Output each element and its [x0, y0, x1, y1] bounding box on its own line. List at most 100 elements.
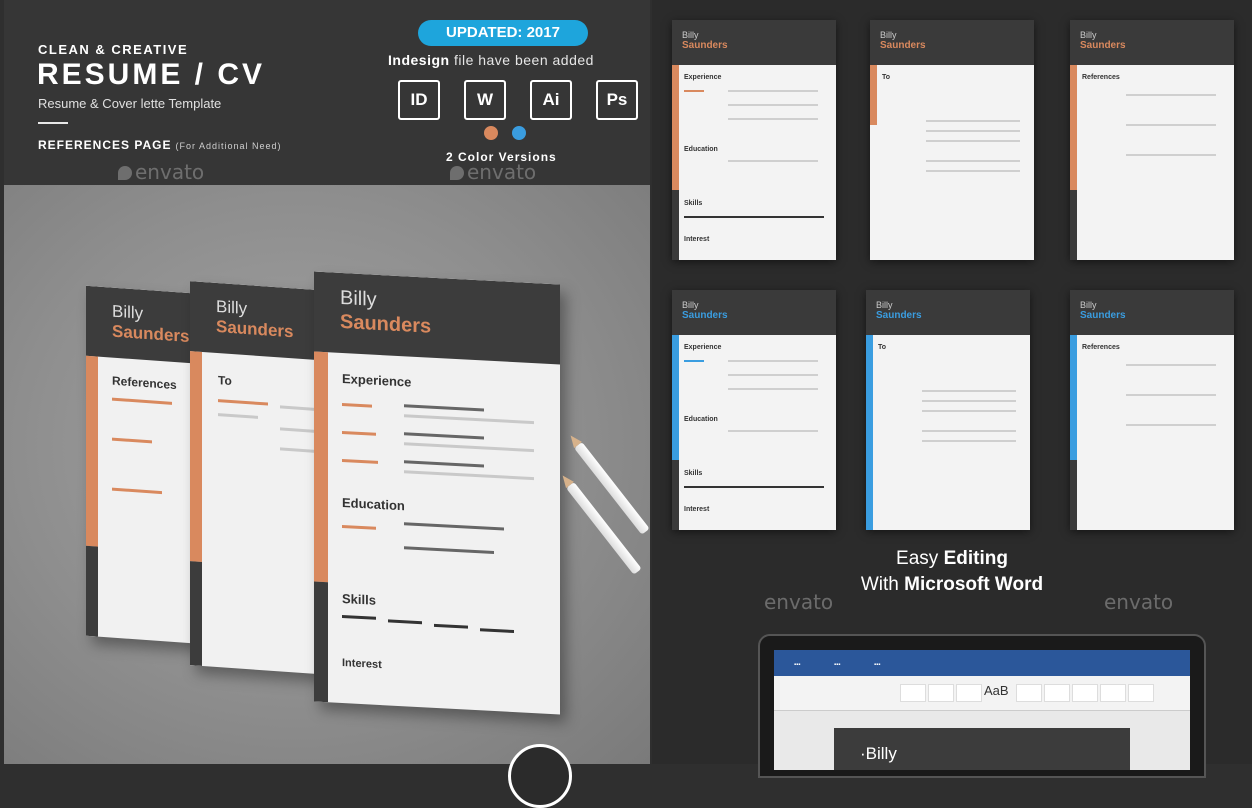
thumb-last-name: Saunders — [1080, 310, 1126, 321]
envato-leaf-icon — [450, 166, 464, 180]
thumb-section: Education — [684, 416, 718, 423]
thumb-section: Education — [684, 146, 718, 153]
references-note: (For Additional Need) — [175, 141, 282, 151]
text-line — [404, 442, 534, 453]
thumb-resume-orange: Billy Saunders Experience Education Skil… — [672, 20, 836, 260]
sheet-section-title: References — [112, 373, 177, 393]
caption-bold: Microsoft Word — [904, 574, 1044, 595]
caption-text: With — [860, 574, 905, 595]
sheet-first-name: Billy — [112, 301, 144, 323]
watermark-text: envato — [135, 160, 205, 184]
indesign-bold: Indesign — [388, 52, 450, 68]
thumb-section: Skills — [684, 470, 703, 477]
thumb-section: Experience — [684, 74, 722, 81]
sheet-dark-bar — [190, 561, 202, 666]
thumb-last-name: Saunders — [880, 40, 926, 51]
skill-bar — [434, 623, 468, 629]
thumb-section: Skills — [684, 200, 703, 207]
orange-swatch — [484, 126, 498, 140]
thumb-section: References — [1082, 344, 1120, 351]
thumb-last-name: Saunders — [1080, 40, 1126, 51]
text-line — [342, 431, 376, 436]
text-line — [342, 403, 372, 408]
sheet-section-title: Interest — [342, 657, 382, 672]
document-name: ·Billy — [860, 744, 897, 763]
thumb-section: Interest — [684, 506, 710, 513]
text-line — [404, 460, 484, 468]
ribbon-tab: ▪▪▪ — [794, 662, 801, 668]
ribbon-tab: ▪▪▪ — [874, 662, 881, 668]
sheet-dark-bar — [314, 581, 328, 703]
indesign-rest: file have been added — [449, 52, 594, 68]
software-icons: ID W Ai Ps — [398, 80, 638, 120]
thumb-section: To — [882, 74, 891, 81]
thumb-last-name: Saunders — [876, 310, 922, 321]
envato-watermark: envato — [764, 590, 833, 614]
style-box — [1128, 684, 1154, 702]
text-line — [342, 459, 378, 464]
text-line — [404, 414, 534, 425]
text-line — [218, 399, 268, 406]
style-box — [928, 684, 954, 702]
text-line — [404, 470, 534, 481]
sheet-section-title: Education — [342, 495, 405, 514]
resume-sheet-cover: Billy Saunders To — [190, 281, 330, 675]
thumb-cover-orange: Billy Saunders To — [870, 20, 1034, 260]
thumb-cover-blue: Billy Saunders To — [866, 290, 1030, 530]
text-line — [342, 525, 376, 530]
watermark-text: envato — [1104, 590, 1174, 614]
thumb-dark-bar — [672, 190, 679, 260]
text-line — [404, 432, 484, 440]
text-line — [404, 404, 484, 412]
color-swatches — [484, 126, 526, 140]
thumb-first-name: Billy — [1080, 300, 1097, 310]
title-divider — [38, 122, 68, 124]
watermark-text: envato — [764, 590, 834, 614]
color-versions-label: 2 Color Versions — [446, 150, 557, 164]
indesign-icon: ID — [398, 80, 440, 120]
skill-bar — [342, 615, 376, 620]
text-line — [404, 522, 504, 531]
thumb-dark-bar — [672, 460, 679, 530]
resume-sheet-references: Billy Saunders References — [86, 285, 206, 645]
left-panel: CLEAN & CREATIVE RESUME / CV Resume & Co… — [4, 0, 650, 764]
text-line — [404, 546, 494, 554]
product-title: RESUME / CV — [37, 58, 266, 91]
sheet-dark-bar — [86, 545, 98, 637]
style-box — [900, 684, 926, 702]
thumb-section: To — [878, 344, 887, 351]
thumb-section: Interest — [684, 236, 710, 243]
product-subtitle: Resume & Cover lette Template — [38, 96, 222, 111]
illustrator-icon: Ai — [530, 80, 572, 120]
laptop-mockup: ▪▪▪ ▪▪▪ ▪▪▪ AaB ·Billy — [758, 634, 1206, 778]
thumb-references-orange: Billy Saunders References — [1070, 20, 1234, 260]
thumb-first-name: Billy — [880, 30, 897, 40]
style-box — [1072, 684, 1098, 702]
thumb-accent-bar — [1070, 65, 1077, 190]
thumb-references-blue: Billy Saunders References — [1070, 290, 1234, 530]
word-ribbon-tabs: ▪▪▪ ▪▪▪ ▪▪▪ — [774, 650, 1190, 676]
thumb-first-name: Billy — [682, 30, 699, 40]
resume-sheet-front: Billy Saunders Experience Education Skil… — [314, 271, 560, 715]
sheet-first-name: Billy — [340, 286, 377, 311]
thumb-resume-blue: Billy Saunders Experience Education Skil… — [672, 290, 836, 530]
word-icon: W — [464, 80, 506, 120]
envato-leaf-icon — [118, 166, 132, 180]
kicker-text: CLEAN & CREATIVE — [38, 42, 189, 57]
style-sample: AaB — [984, 683, 1009, 698]
sheet-section-title: Skills — [342, 591, 376, 608]
circle-badge — [508, 744, 572, 808]
thumb-first-name: Billy — [1080, 30, 1097, 40]
thumb-section: References — [1082, 74, 1120, 81]
thumb-last-name: Saunders — [682, 310, 728, 321]
style-box — [1016, 684, 1042, 702]
thumb-accent-bar — [672, 335, 679, 460]
text-line — [112, 437, 152, 444]
thumb-dark-bar — [1070, 460, 1077, 530]
references-label: REFERENCES PAGE (For Additional Need) — [38, 138, 282, 152]
sheet-first-name: Billy — [216, 296, 248, 319]
thumb-accent-bar — [1070, 335, 1077, 460]
caption-text: Easy — [896, 548, 944, 569]
indesign-note: Indesign file have been added — [388, 52, 594, 68]
sheet-section-title: Experience — [342, 371, 412, 390]
